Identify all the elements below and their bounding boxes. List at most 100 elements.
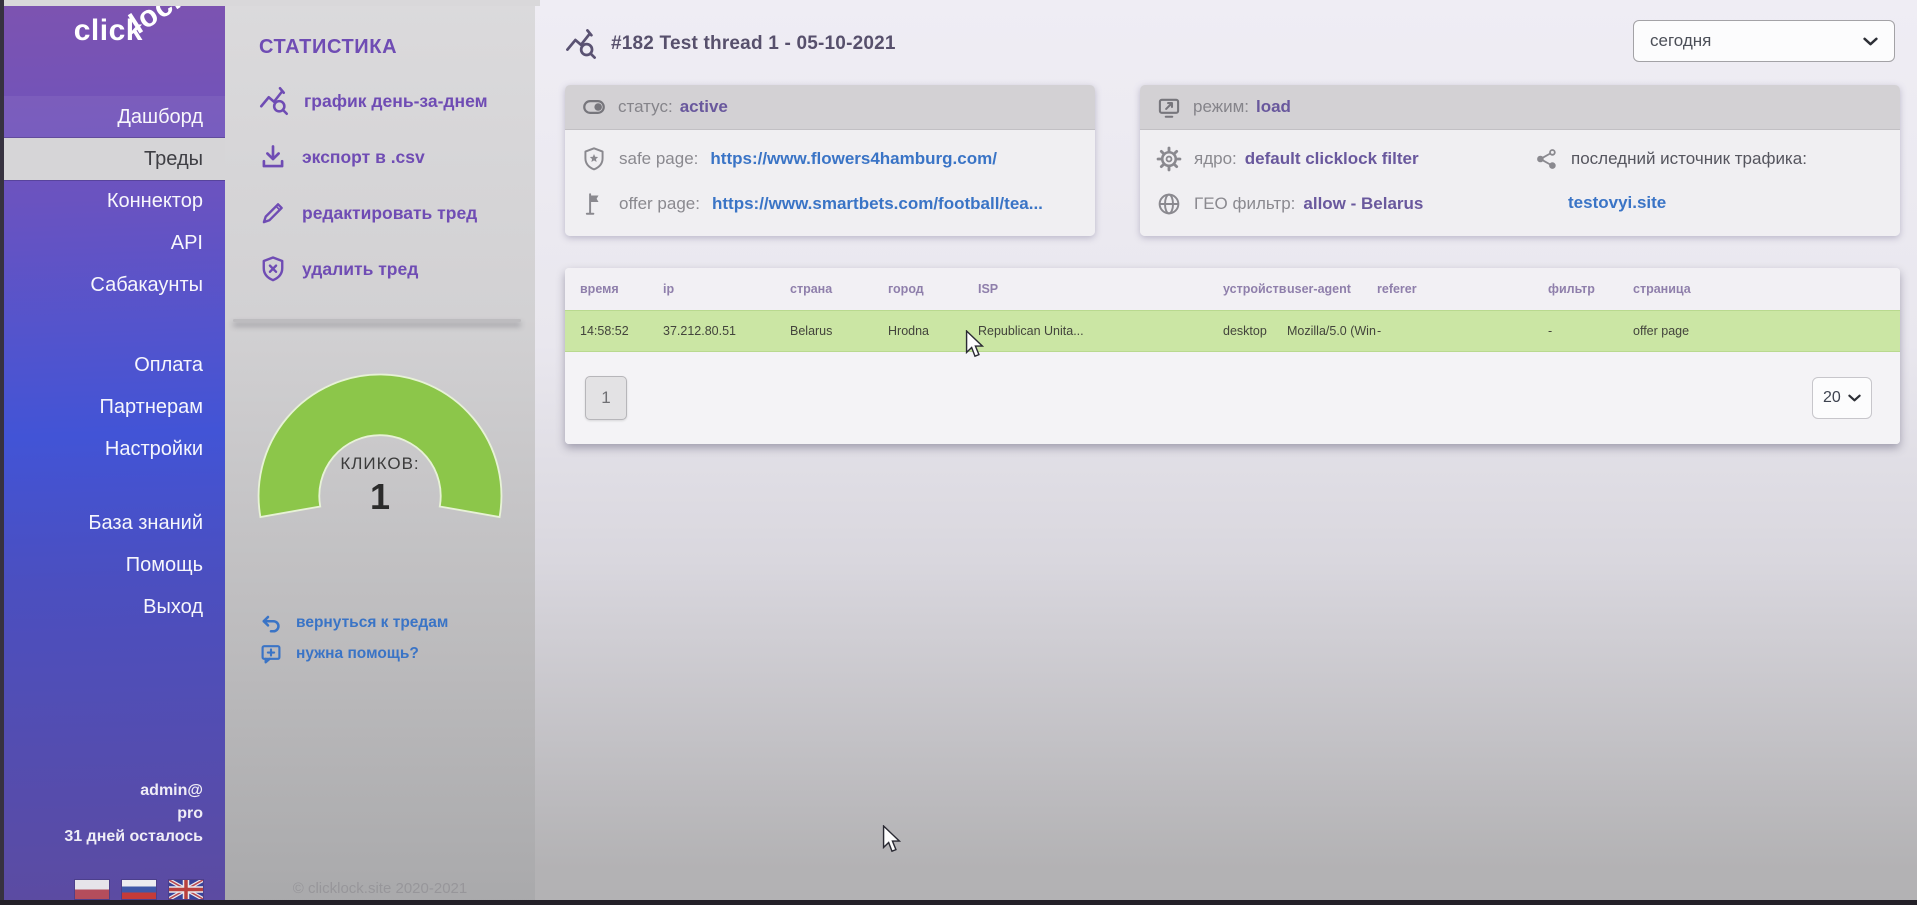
account-email: admin@	[0, 779, 203, 802]
safe-page-label: safe page:	[619, 149, 698, 169]
action-delete-thread[interactable]: удалить тред	[259, 253, 535, 285]
safe-page-row: safe page: https://www.flowers4hamburg.c…	[581, 136, 1079, 181]
sidebar-item-connector[interactable]: Коннектор	[0, 180, 225, 222]
last-traffic-source-row: последний источник трафика:	[1535, 136, 1884, 181]
main-content: #182 Test thread 1 - 05-10-2021 сегодня …	[535, 0, 1917, 905]
mode-panel: режим: load ядро: default clicklock filt…	[1140, 85, 1900, 236]
screen-edge-left	[0, 0, 4, 905]
page-1-button[interactable]: 1	[585, 376, 627, 420]
core-value: default clicklock filter	[1245, 149, 1419, 169]
clicklock-app: clicklock Дашборд Треды Коннектор API Са…	[0, 0, 1917, 905]
action-edit-thread-label: редактировать тред	[302, 203, 477, 224]
sidebar: clicklock Дашборд Треды Коннектор API Са…	[0, 0, 225, 905]
screen-edge-bottom	[0, 900, 1917, 905]
header-cell-city: город	[888, 282, 978, 296]
clicks-table: время ip страна город ISP устройство use…	[565, 268, 1900, 444]
flag-poland-icon[interactable]	[75, 880, 109, 899]
action-export-csv-label: экспорт в .csv	[302, 147, 425, 168]
chart-search-icon	[259, 86, 289, 116]
action-edit-thread[interactable]: редактировать тред	[259, 197, 535, 229]
header-cell-filter: фильтр	[1548, 282, 1633, 296]
statistics-title: СТАТИСТИКА	[259, 36, 535, 59]
per-page-value: 20	[1823, 389, 1841, 407]
sidebar-item-dashboard[interactable]: Дашборд	[0, 96, 225, 138]
link-back-to-threads-label: вернуться к тредам	[296, 614, 448, 632]
mode-panel-header: режим: load	[1140, 85, 1900, 130]
cell-device: desktop	[1223, 324, 1287, 338]
cell-referer: -	[1377, 324, 1548, 338]
gauge-value: 1	[250, 476, 510, 518]
status-panel: статус: active safe page: https://www.fl…	[565, 85, 1095, 236]
link-need-help-label: нужна помощь?	[296, 645, 419, 663]
thread-title: #182 Test thread 1 - 05-10-2021	[611, 33, 896, 55]
status-panel-body: safe page: https://www.flowers4hamburg.c…	[565, 130, 1095, 236]
mode-panel-body: ядро: default clicklock filter ГЕО фильт…	[1140, 130, 1900, 236]
header-cell-country: страна	[790, 282, 888, 296]
flag-russia-icon[interactable]	[122, 880, 156, 899]
last-traffic-source-link[interactable]: testovyi.site	[1568, 193, 1884, 213]
action-daily-chart[interactable]: график день-за-днем	[259, 85, 535, 117]
header-cell-ip: ip	[663, 282, 790, 296]
sidebar-item-payment[interactable]: Оплата	[0, 344, 225, 386]
clicklock-logo[interactable]: clicklock	[0, 14, 205, 72]
statistics-panel: СТАТИСТИКА график день-за-днем экспорт в…	[225, 0, 535, 905]
copyright-footer: © clicklock.site 2020-2021	[225, 880, 535, 897]
action-daily-chart-label: график день-за-днем	[304, 91, 488, 112]
safe-page-link[interactable]: https://www.flowers4hamburg.com/	[710, 149, 997, 169]
help-bubble-icon	[259, 642, 283, 666]
sidebar-item-subaccounts[interactable]: Сабакаунты	[0, 264, 225, 306]
offer-page-row: offer page: https://www.smartbets.com/fo…	[581, 181, 1079, 226]
divider	[233, 319, 521, 322]
link-back-to-threads[interactable]: вернуться к тредам	[259, 612, 535, 634]
action-export-csv[interactable]: экспорт в .csv	[259, 141, 535, 173]
flag-uk-icon[interactable]	[169, 880, 203, 899]
cell-city: Hrodna	[888, 324, 978, 338]
per-page-select[interactable]: 20	[1812, 377, 1872, 419]
table-row[interactable]: 14:58:52 37.212.80.51 Belarus Hrodna Rep…	[565, 310, 1900, 352]
sidebar-item-help[interactable]: Помощь	[0, 544, 225, 586]
status-value: active	[680, 97, 728, 117]
statistics-links: вернуться к тредам нужна помощь?	[259, 612, 535, 665]
gear-icon	[1156, 146, 1182, 172]
header-cell-referer: referer	[1377, 282, 1548, 296]
undo-icon	[259, 611, 283, 635]
cell-filter: -	[1548, 324, 1633, 338]
geo-filter-value: allow - Belarus	[1303, 194, 1423, 214]
sidebar-item-threads[interactable]: Треды	[0, 138, 225, 180]
shield-x-icon	[259, 255, 287, 283]
link-need-help[interactable]: нужна помощь?	[259, 643, 535, 665]
cell-page: offer page	[1633, 324, 1900, 338]
sidebar-item-settings[interactable]: Настройки	[0, 428, 225, 470]
share-icon	[1535, 147, 1559, 171]
sidebar-item-knowledge-base[interactable]: База знаний	[0, 502, 225, 544]
core-label: ядро:	[1194, 149, 1237, 169]
sidebar-item-api[interactable]: API	[0, 222, 225, 264]
cell-ip: 37.212.80.51	[663, 324, 790, 338]
clicks-gauge: КЛИКОВ: 1	[250, 366, 510, 536]
offer-page-link[interactable]: https://www.smartbets.com/football/tea..…	[712, 194, 1043, 214]
screen-edge-top	[0, 0, 540, 6]
action-delete-thread-label: удалить тред	[302, 259, 418, 280]
mode-label: режим:	[1193, 97, 1249, 117]
pagination-bar: 1 20	[565, 352, 1900, 444]
header-cell-isp: ISP	[978, 282, 1223, 296]
period-select[interactable]: сегодня	[1633, 20, 1895, 62]
offer-page-label: offer page:	[619, 194, 700, 214]
sidebar-item-partners[interactable]: Партнерам	[0, 386, 225, 428]
monitor-arrow-icon	[1156, 94, 1182, 120]
statistics-actions: график день-за-днем экспорт в .csv редак…	[259, 85, 535, 285]
info-panels: статус: active safe page: https://www.fl…	[565, 85, 1900, 236]
mode-value: load	[1256, 97, 1291, 117]
table-header-row: время ip страна город ISP устройство use…	[565, 268, 1900, 310]
sidebar-nav: Дашборд Треды Коннектор API Сабакаунты О…	[0, 96, 225, 628]
sidebar-account-block: admin@ pro 31 дней осталось	[0, 779, 225, 899]
account-plan-badge: pro	[0, 802, 203, 825]
flag-icon	[581, 191, 607, 217]
last-traffic-source-label: последний источник трафика:	[1571, 149, 1807, 169]
cell-time: 14:58:52	[565, 324, 663, 338]
shield-star-icon	[581, 146, 607, 172]
sidebar-item-logout[interactable]: Выход	[0, 586, 225, 628]
geo-filter-label: ГЕО фильтр:	[1194, 194, 1295, 214]
status-label: статус:	[618, 97, 673, 117]
chevron-down-icon	[1863, 37, 1878, 46]
